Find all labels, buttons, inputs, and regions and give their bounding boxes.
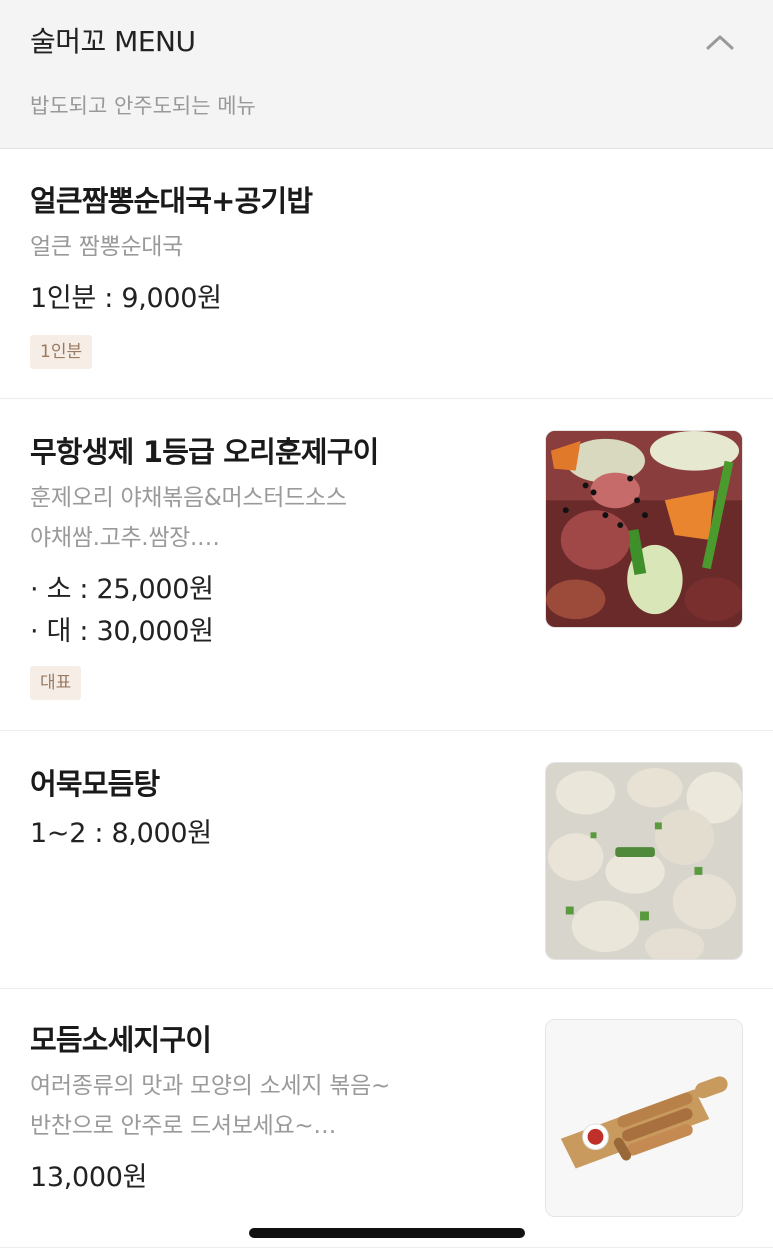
menu-item[interactable]: 모듬소세지구이 여러종류의 맛과 모양의 소세지 볶음~ 반찬으로 안주로 드셔… [0,989,773,1248]
menu-item-description-line: 여러종류의 맛과 모양의 소세지 볶음~ [30,1073,390,1099]
menu-section-title: 술머꼬 MENU [30,25,196,58]
menu-item-price: 1인분 : 9,000원 [30,283,222,314]
menu-item[interactable]: 얼큰짬뽕순대국+공기밥 얼큰 짬뽕순대국 1인분 : 9,000원 1인분 [0,150,773,399]
menu-item-name: 어묵모듬탕 [30,767,160,801]
home-indicator[interactable] [249,1228,525,1238]
fishcake-soup-photo[interactable] [545,762,743,960]
menu-item-price: · 대 : 30,000원 [30,616,214,647]
menu-item-price: 1~2 : 8,000원 [30,818,212,849]
menu-item-name: 모듬소세지구이 [30,1023,212,1057]
menu-item[interactable]: 무항생제 1등급 오리훈제구이 훈제오리 야채볶음&머스터드소스 야채쌈.고추.… [0,399,773,731]
menu-item-name: 무항생제 1등급 오리훈제구이 [30,435,379,469]
menu-item-price: · 소 : 25,000원 [30,574,214,605]
grilled-sausage-board-photo[interactable] [545,1019,743,1217]
chevron-up-icon[interactable] [700,26,740,58]
menu-item-price: 13,000원 [30,1162,148,1193]
menu-section-subtitle: 밥도되고 안주도되는 메뉴 [30,94,256,118]
menu-item-description-line: 야채쌈.고추.쌈장.… [30,525,220,551]
menu-item[interactable]: 어묵모듬탕 1~2 : 8,000원 [0,731,773,989]
smoked-duck-stirfry-photo[interactable] [545,430,743,628]
menu-item-description-line: 훈제오리 야채볶음&머스터드소스 [30,485,347,511]
menu-item-tag: 1인분 [30,335,93,369]
menu-item-description: 얼큰 짬뽕순대국 [30,234,184,260]
menu-item-name: 얼큰짬뽕순대국+공기밥 [30,184,313,218]
menu-item-tag: 대표 [30,666,82,700]
menu-item-description-line: 반찬으로 안주로 드셔보세요~… [30,1113,337,1139]
menu-section-header[interactable]: 술머꼬 MENU 밥도되고 안주도되는 메뉴 [0,0,773,149]
